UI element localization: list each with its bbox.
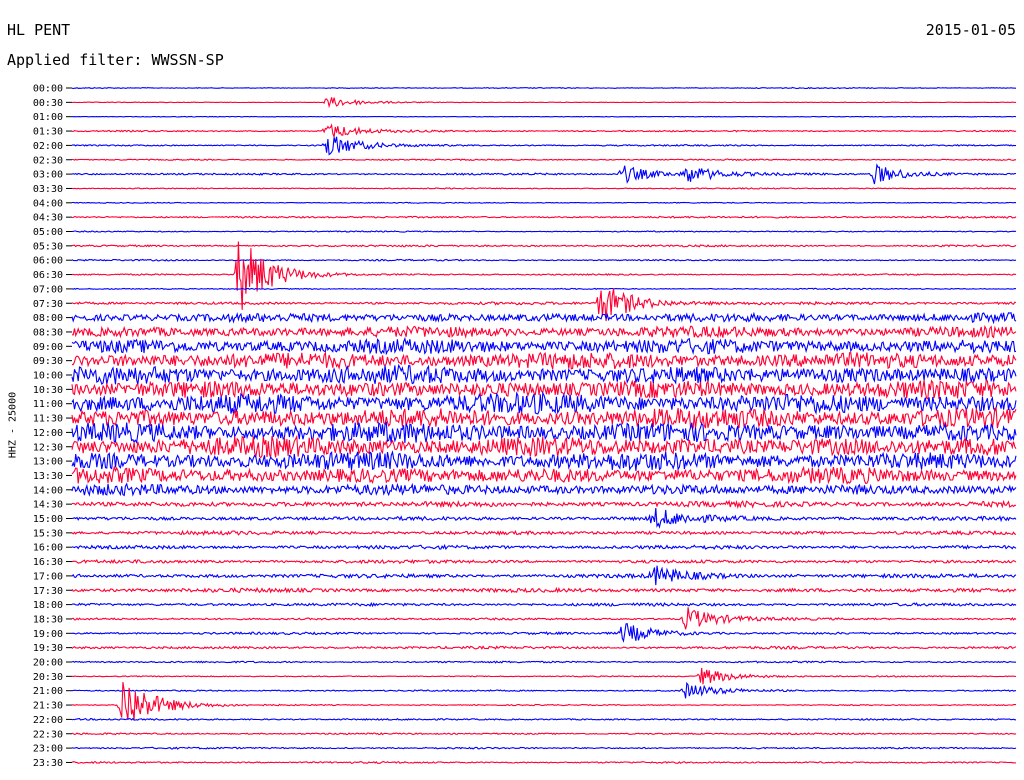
row-time-label: 06:00 <box>33 256 63 267</box>
row-time-label: 04:30 <box>33 213 63 224</box>
trace-row-0300 <box>71 163 1017 185</box>
seismogram-plot: 00:00 00:30 01:00 01:30 02:00 02:30 03:00 03:30… <box>33 84 1017 769</box>
trace-row-0330 <box>71 187 1017 190</box>
row-time-label: 05:00 <box>33 227 63 238</box>
row-time-label: 19:30 <box>33 643 63 654</box>
trace-row-0530 <box>71 244 1017 248</box>
trace-row-0930 <box>71 350 1017 370</box>
trace-row-2230 <box>71 732 1017 736</box>
trace-row-2300 <box>71 746 1017 750</box>
row-time-label: 13:00 <box>33 457 63 468</box>
trace-row-1830 <box>71 607 1017 630</box>
row-time-label: 22:30 <box>33 729 63 740</box>
trace-row-0100 <box>71 115 1017 118</box>
row-time-label: 02:00 <box>33 141 63 152</box>
row-time-label: 11:00 <box>33 399 63 410</box>
trace-row-2200 <box>71 717 1016 722</box>
trace-lines <box>71 86 1017 765</box>
row-time-label: 14:00 <box>33 485 63 496</box>
trace-row-1800 <box>71 602 1017 608</box>
row-time-label: 04:00 <box>33 198 63 209</box>
trace-row-1230 <box>71 434 1017 459</box>
trace-row-1900 <box>71 623 1017 643</box>
row-time-label: 23:30 <box>33 758 63 769</box>
trace-row-0700 <box>71 287 1017 291</box>
row-time-label: 23:00 <box>33 744 63 755</box>
trace-row-1630 <box>71 558 1017 565</box>
trace-row-1400 <box>71 482 1017 497</box>
row-time-label: 00:00 <box>33 84 63 95</box>
trace-row-0430 <box>71 215 1017 219</box>
trace-row-0730 <box>71 288 1017 322</box>
row-time-label: 16:30 <box>33 557 63 568</box>
trace-row-0900 <box>71 336 1017 356</box>
trace-row-1200 <box>71 421 1017 444</box>
row-time-label: 18:00 <box>33 600 63 611</box>
row-time-label: 03:00 <box>33 170 63 181</box>
row-time-label: 05:30 <box>33 241 63 252</box>
row-time-label: 15:30 <box>33 528 63 539</box>
trace-row-0830 <box>71 324 1017 339</box>
row-time-label: 17:30 <box>33 586 63 597</box>
trace-row-2130 <box>71 682 1016 721</box>
row-time-labels: 00:00 00:30 01:00 01:30 02:00 02:30 03:00 03:30… <box>33 84 72 769</box>
row-time-label: 12:00 <box>33 428 63 439</box>
trace-row-1330 <box>71 465 1017 485</box>
row-time-label: 10:30 <box>33 385 63 396</box>
trace-row-0630 <box>71 241 1017 310</box>
row-time-label: 08:30 <box>33 327 63 338</box>
trace-row-1300 <box>71 450 1017 472</box>
row-time-label: 12:30 <box>33 442 63 453</box>
row-time-label: 06:30 <box>33 270 63 281</box>
trace-row-0230 <box>72 158 1017 162</box>
trace-row-0200 <box>71 136 1016 156</box>
trace-row-2030 <box>71 667 1017 685</box>
row-time-label: 18:30 <box>33 614 63 625</box>
trace-row-1730 <box>71 586 1017 594</box>
row-time-label: 14:30 <box>33 500 63 511</box>
trace-row-0800 <box>71 311 1017 325</box>
row-time-label: 22:00 <box>33 715 63 726</box>
trace-row-0130 <box>71 123 1017 138</box>
trace-row-0500 <box>71 230 1017 233</box>
trace-row-1600 <box>71 543 1017 551</box>
trace-row-0400 <box>72 201 1017 204</box>
row-time-label: 01:30 <box>33 127 63 138</box>
trace-row-2330 <box>71 760 1017 765</box>
row-time-label: 15:00 <box>33 514 63 525</box>
row-time-label: 08:00 <box>33 313 63 324</box>
trace-row-2100 <box>71 681 1016 699</box>
row-time-label: 00:30 <box>33 98 63 109</box>
row-time-label: 09:00 <box>33 342 63 353</box>
row-time-label: 20:00 <box>33 658 63 669</box>
row-time-label: 20:30 <box>33 672 63 683</box>
trace-row-1000 <box>71 363 1017 385</box>
row-time-label: 07:00 <box>33 284 63 295</box>
row-time-label: 13:30 <box>33 471 63 482</box>
trace-row-0600 <box>71 258 1017 262</box>
row-time-label: 19:00 <box>33 629 63 640</box>
row-time-label: 10:00 <box>33 371 63 382</box>
trace-row-1530 <box>71 529 1017 537</box>
trace-row-0000 <box>71 86 1016 90</box>
row-time-label: 21:30 <box>33 701 63 712</box>
row-time-label: 07:30 <box>33 299 63 310</box>
row-time-label: 11:30 <box>33 414 63 425</box>
row-time-label: 03:30 <box>33 184 63 195</box>
row-time-label: 21:00 <box>33 686 63 697</box>
row-time-label: 02:30 <box>33 155 63 166</box>
row-time-label: 16:00 <box>33 543 63 554</box>
trace-row-1700 <box>71 565 1017 586</box>
trace-row-1430 <box>71 499 1017 510</box>
row-time-label: 17:00 <box>33 571 63 582</box>
row-time-label: 01:00 <box>33 112 63 123</box>
trace-row-2000 <box>71 660 1016 664</box>
trace-row-1930 <box>71 645 1017 650</box>
row-time-label: 09:30 <box>33 356 63 367</box>
trace-row-0030 <box>71 97 1017 109</box>
trace-row-1500 <box>71 507 1017 529</box>
